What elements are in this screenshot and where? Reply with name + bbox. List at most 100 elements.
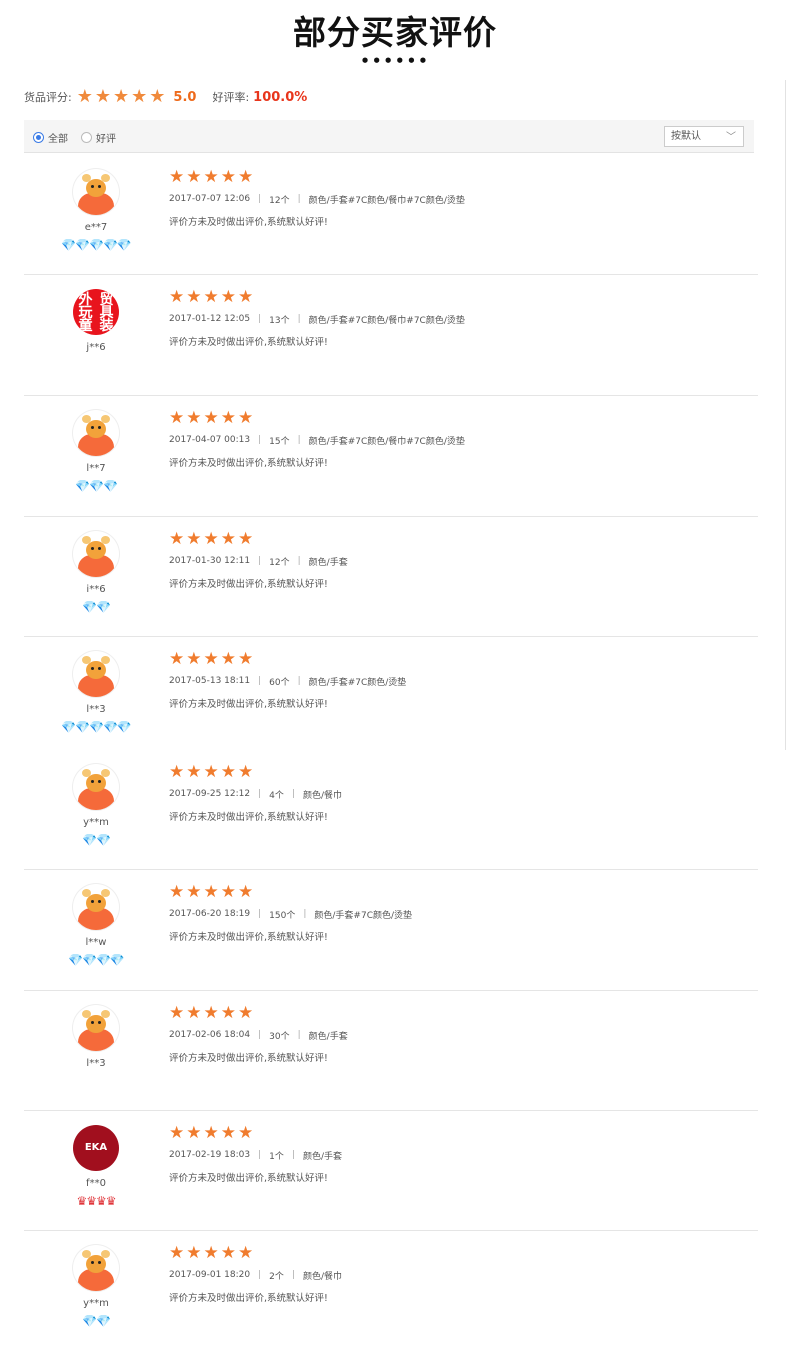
review-quantity: 15个 (269, 436, 290, 447)
review-spec: 颜色/手套#7C颜色/烫垫 (308, 677, 407, 688)
filter-good-radio[interactable]: 好评 (81, 130, 116, 145)
review-date: 2017-01-12 12:05 (169, 314, 251, 324)
review-date: 2017-05-13 18:11 (169, 676, 251, 686)
reviewer-level-badges: 💎💎 (82, 1314, 111, 1328)
review-quantity: 150个 (269, 910, 296, 921)
star-icon: ★ (203, 1243, 219, 1263)
separator: | (297, 194, 301, 204)
star-icon: ★ (203, 762, 219, 782)
review-row: y**m 💎💎 ★ ★ ★ ★ ★ 2017-09-01 18:20 | 2个 … (24, 1231, 758, 1347)
star-icon: ★ (169, 287, 185, 307)
filter-all-radio[interactable]: 全部 (33, 130, 68, 145)
reviewer-name: f**0 (86, 1178, 106, 1189)
review-stars: ★ ★ ★ ★ ★ (169, 410, 465, 427)
review-content: ★ ★ ★ ★ ★ 2017-01-30 12:11 | 12个 | 颜色/手套… (169, 529, 348, 591)
reviewer: l**3 (52, 1005, 140, 1089)
separator: | (297, 556, 301, 566)
review-content: ★ ★ ★ ★ ★ 2017-09-01 18:20 | 2个 | 颜色/餐巾 … (169, 1243, 342, 1305)
review-meta: 2017-02-06 18:04 | 30个 | 颜色/手套 (169, 1028, 348, 1042)
review-text: 评价方未及时做出评价,系统默认好评! (169, 579, 328, 590)
review-spec: 颜色/手套#7C颜色/餐巾#7C颜色/烫垫 (308, 195, 465, 206)
review-content: ★ ★ ★ ★ ★ 2017-07-07 12:06 | 12个 | 颜色/手套… (169, 169, 465, 229)
reviewer-level-badges: 💎💎💎 (75, 479, 118, 493)
review-stars: ★ ★ ★ ★ ★ (169, 1125, 342, 1142)
review-text: 评价方未及时做出评价,系统默认好评! (169, 458, 328, 469)
separator: | (258, 556, 262, 566)
reviewer-level-badges: 💎💎 (82, 833, 111, 847)
star-icon: ★ (203, 287, 219, 307)
star-icon: ★ (169, 529, 185, 549)
review-content: ★ ★ ★ ★ ★ 2017-04-07 00:13 | 15个 | 颜色/手套… (169, 410, 465, 470)
filter-good-label: 好评 (96, 134, 116, 145)
review-row: l**3 💎💎💎💎💎 ★ ★ ★ ★ ★ 2017-05-13 18:11 | … (24, 637, 758, 750)
star-icon: ★ (169, 762, 185, 782)
star-icon: ★ (169, 408, 185, 428)
separator: | (258, 194, 262, 204)
separator: | (258, 1150, 262, 1160)
review-date: 2017-06-20 18:19 (169, 909, 251, 919)
reviewer-name: l**3 (86, 704, 106, 715)
separator: | (291, 1150, 295, 1160)
review-quantity: 1个 (269, 1151, 284, 1162)
star-icon: ★ (238, 762, 254, 782)
star-icon: ★ (220, 167, 236, 187)
star-icon: ★ (203, 1003, 219, 1023)
review-date: 2017-02-19 18:03 (169, 1150, 251, 1160)
review-stars: ★ ★ ★ ★ ★ (169, 1005, 348, 1022)
reviewer-name: y**m (83, 1298, 109, 1309)
review-stars: ★ ★ ★ ★ ★ (169, 884, 412, 901)
review-content: ★ ★ ★ ★ ★ 2017-06-20 18:19 | 150个 | 颜色/手… (169, 884, 412, 944)
star-icon: ★ (238, 287, 254, 307)
reviewer-name: j**6 (86, 342, 106, 353)
star-icon: ★ (113, 86, 130, 107)
star-icon: ★ (169, 167, 185, 187)
review-date: 2017-09-01 18:20 (169, 1270, 251, 1280)
divider-line (785, 80, 786, 750)
review-meta: 2017-05-13 18:11 | 60个 | 颜色/手套#7C颜色/烫垫 (169, 674, 406, 688)
summary-stars: ★ ★ ★ ★ ★ (77, 88, 166, 106)
reviewer: e**7 💎💎💎💎💎 (52, 169, 140, 253)
reviewer-level-badges: ♛♛♛♛ (76, 1194, 116, 1208)
reviewer-name: y**m (83, 817, 109, 828)
separator: | (297, 1030, 301, 1040)
star-icon: ★ (94, 86, 111, 107)
reviewer: 外 贸 玩 具 童 装 j**6 (52, 289, 140, 373)
separator: | (258, 909, 262, 919)
star-icon: ★ (169, 1243, 185, 1263)
review-quantity: 2个 (269, 1271, 284, 1282)
reviewer: y**m 💎💎 (52, 1245, 140, 1329)
page-title: 部分买家评价 (293, 13, 497, 52)
review-text: 评价方未及时做出评价,系统默认好评! (169, 699, 328, 710)
chevron-down-icon: ﹀ (726, 132, 736, 143)
reviewer-level-badges: 💎💎💎💎💎 (61, 238, 132, 252)
star-icon: ★ (186, 408, 202, 428)
review-row: EKA f**0 ♛♛♛♛ ★ ★ ★ ★ ★ 2017-02-19 18:03… (24, 1111, 758, 1231)
sort-select[interactable]: 按默认 ﹀ (664, 126, 744, 147)
reviewer-name: i**6 (86, 584, 106, 595)
review-text: 评价方未及时做出评价,系统默认好评! (169, 1053, 328, 1064)
star-icon: ★ (186, 529, 202, 549)
review-row: 外 贸 玩 具 童 装 j**6 ★ ★ ★ ★ ★ 2017-01-12 12… (24, 275, 758, 396)
star-icon: ★ (220, 762, 236, 782)
sort-label: 按默认 (671, 131, 701, 142)
star-icon: ★ (203, 649, 219, 669)
review-spec: 颜色/餐巾 (302, 790, 342, 801)
score-value: 5.0 (173, 89, 197, 105)
reviewer-name: l**7 (86, 463, 106, 474)
eka-logo-avatar: EKA (73, 1125, 119, 1171)
star-icon: ★ (169, 649, 185, 669)
star-icon: ★ (238, 649, 254, 669)
rate-label: 好评率: (212, 91, 250, 104)
reviewer-name: l**3 (86, 1058, 106, 1069)
bull-icon (73, 884, 119, 930)
review-row: y**m 💎💎 ★ ★ ★ ★ ★ 2017-09-25 12:12 | 4个 … (24, 750, 758, 870)
star-icon: ★ (220, 529, 236, 549)
star-icon: ★ (220, 1003, 236, 1023)
review-spec: 颜色/餐巾 (302, 1271, 342, 1282)
review-meta: 2017-09-01 18:20 | 2个 | 颜色/餐巾 (169, 1268, 342, 1282)
star-icon: ★ (203, 408, 219, 428)
title-dots: •••••• (360, 52, 430, 70)
star-icon: ★ (203, 529, 219, 549)
review-date: 2017-02-06 18:04 (169, 1030, 251, 1040)
review-stars: ★ ★ ★ ★ ★ (169, 169, 465, 186)
